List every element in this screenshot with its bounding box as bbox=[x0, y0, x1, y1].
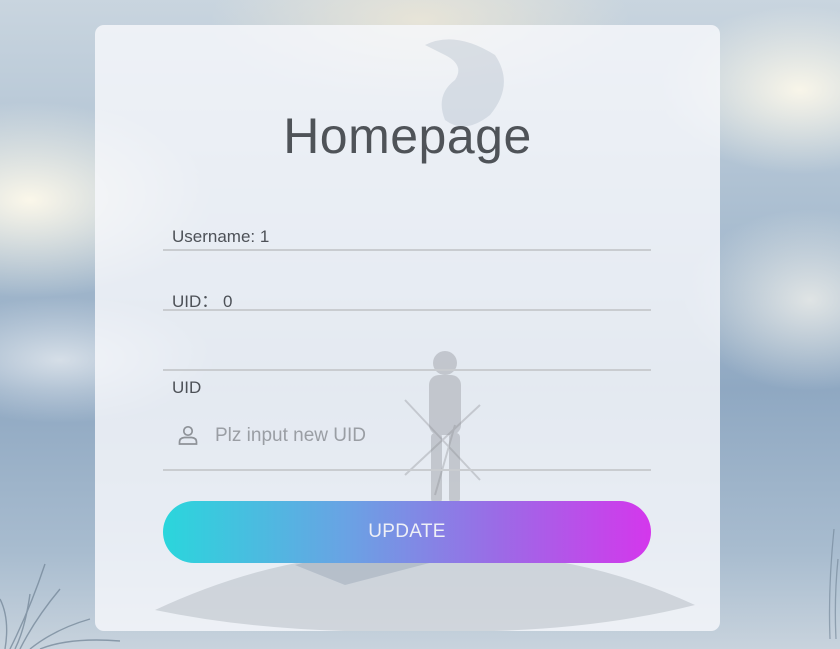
empty-underline bbox=[163, 369, 651, 371]
page-title: Homepage bbox=[283, 108, 532, 164]
update-button[interactable]: UPDATE bbox=[163, 501, 651, 563]
username-underline bbox=[163, 249, 651, 251]
background-scene: Homepage Username: 1 UID： 0 UID UPDATE bbox=[0, 0, 840, 649]
homepage-card: Homepage Username: 1 UID： 0 UID UPDATE bbox=[95, 25, 720, 631]
user-icon bbox=[178, 425, 198, 445]
grass-decoration-right bbox=[828, 529, 839, 639]
uid-input[interactable] bbox=[215, 421, 635, 451]
uid-input-field bbox=[163, 417, 651, 471]
username-display: Username: 1 bbox=[172, 227, 270, 246]
uid-underline bbox=[163, 309, 651, 311]
uid-input-label: UID bbox=[172, 378, 202, 397]
